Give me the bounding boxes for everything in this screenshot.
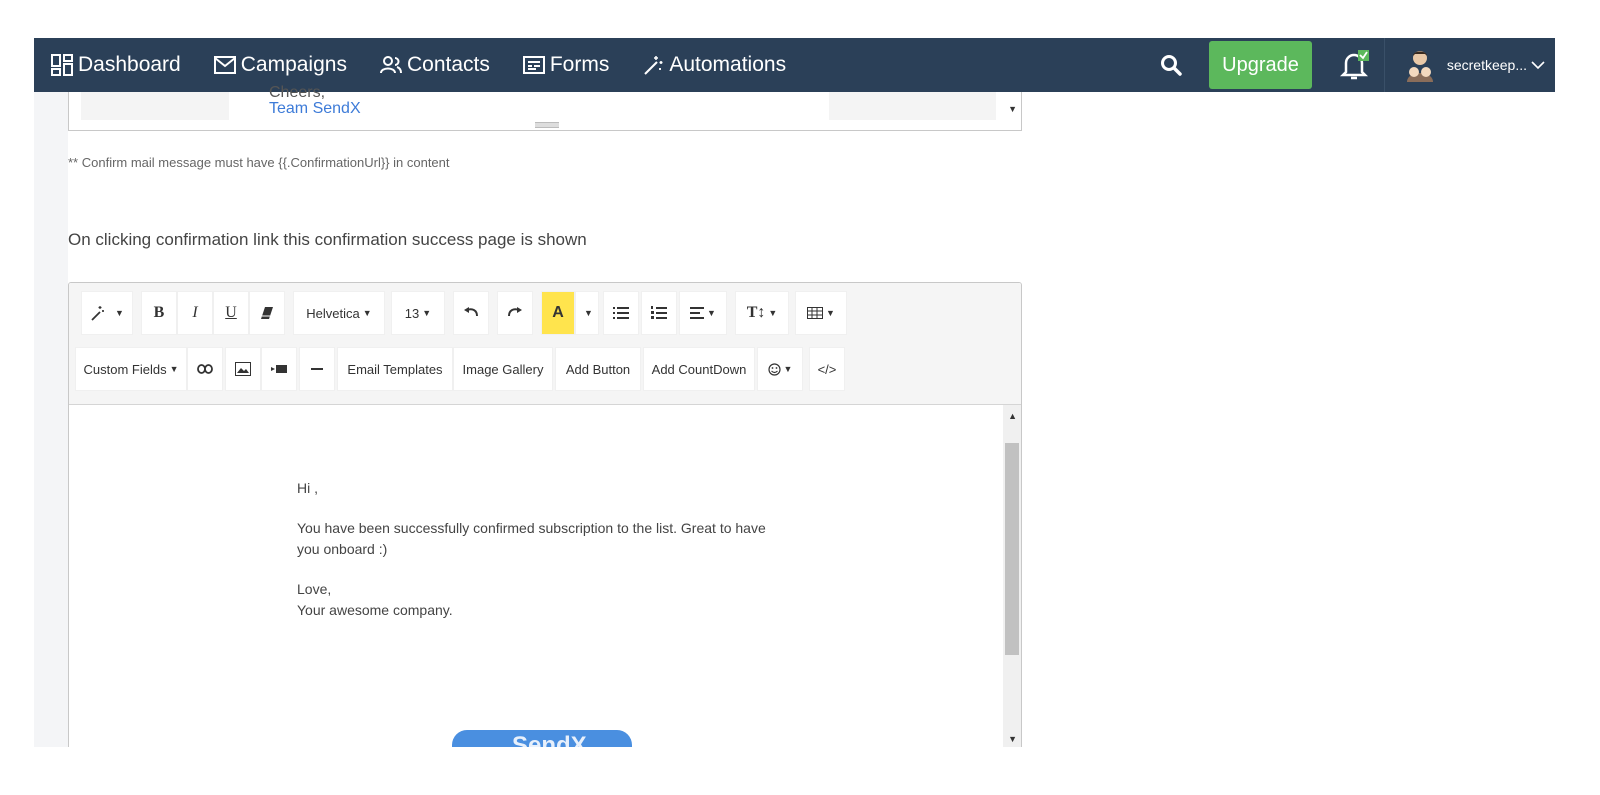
font-size-select[interactable]: 13 ▼ bbox=[391, 291, 445, 335]
bullet-list-button[interactable] bbox=[603, 291, 639, 335]
bottom-blank bbox=[0, 747, 1600, 795]
style-magic-button[interactable]: ▼ bbox=[81, 291, 133, 335]
dashboard-icon bbox=[50, 53, 74, 77]
bullet-list-icon bbox=[613, 307, 629, 319]
notifications-button[interactable] bbox=[1324, 38, 1384, 92]
video-icon bbox=[271, 365, 287, 373]
username: secretkeep... bbox=[1446, 57, 1527, 73]
signature-link[interactable]: Team SendX bbox=[269, 100, 361, 118]
upgrade-button[interactable]: Upgrade bbox=[1209, 41, 1312, 89]
table-icon bbox=[807, 307, 824, 319]
highlight-color-button[interactable]: A bbox=[541, 291, 575, 335]
scroll-up-arrow[interactable]: ▲ bbox=[1008, 411, 1017, 421]
search-icon bbox=[1161, 55, 1182, 76]
message-line-2: you onboard :) bbox=[297, 541, 388, 557]
custom-fields-label: Custom Fields bbox=[83, 361, 167, 377]
redo-icon bbox=[508, 307, 522, 317]
insert-link-button[interactable] bbox=[187, 347, 223, 391]
scroll-down-arrow[interactable]: ▼ bbox=[1008, 104, 1017, 114]
code-view-button[interactable]: </> bbox=[809, 347, 845, 391]
table-button[interactable]: ▼ bbox=[795, 291, 847, 335]
envelope-icon bbox=[213, 53, 237, 77]
forms-icon bbox=[522, 53, 546, 77]
line-height-button[interactable]: T↕ ▼ bbox=[735, 291, 789, 335]
email-templates-button[interactable]: Email Templates bbox=[337, 347, 453, 391]
editor-toolbar: ▼ B I U Helvetica ▼ 13 ▼ A ▼ ▼ T↕ ▼ ▼ Cu… bbox=[69, 283, 1021, 405]
scroll-down-arrow[interactable]: ▼ bbox=[1008, 734, 1017, 744]
add-button-button[interactable]: Add Button bbox=[555, 347, 641, 391]
success-page-label: On clicking confirmation link this confi… bbox=[68, 230, 587, 249]
message-signoff: Your awesome company. bbox=[297, 602, 453, 618]
clear-format-button[interactable] bbox=[249, 291, 285, 335]
font-family-select[interactable]: Helvetica ▼ bbox=[293, 291, 385, 335]
nav-forms-label: Forms bbox=[549, 53, 610, 76]
message-greeting: Hi , bbox=[297, 480, 318, 496]
left-gutter bbox=[34, 92, 68, 747]
add-countdown-button[interactable]: Add CountDown bbox=[643, 347, 755, 391]
underline-button[interactable]: U bbox=[213, 291, 249, 335]
emoji-dropdown-button[interactable]: ▼ bbox=[757, 347, 803, 391]
nav-campaigns-label: Campaigns bbox=[240, 53, 347, 76]
undo-icon bbox=[464, 307, 478, 317]
bell-icon bbox=[1339, 50, 1369, 80]
insert-video-button[interactable] bbox=[261, 347, 297, 391]
confirm-url-note: ** Confirm mail message must have {{.Con… bbox=[68, 155, 450, 170]
image-gallery-button[interactable]: Image Gallery bbox=[453, 347, 553, 391]
custom-fields-dropdown[interactable]: Custom Fields ▼ bbox=[75, 347, 187, 391]
nav-dashboard-label: Dashboard bbox=[78, 53, 181, 76]
image-icon bbox=[235, 362, 251, 376]
color-dropdown-button[interactable]: ▼ bbox=[575, 291, 599, 335]
nav-automations-label: Automations bbox=[669, 53, 787, 76]
top-navigation: Dashboard Campaigns Contacts Forms Autom… bbox=[34, 38, 1555, 92]
bold-button[interactable]: B bbox=[141, 291, 177, 335]
align-left-icon bbox=[690, 307, 705, 319]
message-line-1: You have been successfully confirmed sub… bbox=[297, 520, 766, 536]
text-height-icon: T↕ bbox=[746, 304, 766, 321]
message-closing: Love, bbox=[297, 581, 332, 597]
magic-wand-icon bbox=[641, 53, 665, 77]
align-dropdown-button[interactable]: ▼ bbox=[679, 291, 727, 335]
nav-forms[interactable]: Forms bbox=[506, 38, 626, 92]
avatar bbox=[1406, 51, 1433, 82]
search-button[interactable] bbox=[1147, 38, 1195, 92]
font-size-value: 13 bbox=[404, 305, 420, 321]
link-icon bbox=[197, 364, 213, 374]
chevron-down-icon bbox=[1531, 61, 1545, 70]
magic-wand-icon bbox=[91, 306, 105, 321]
nav-contacts[interactable]: Contacts bbox=[363, 38, 506, 92]
user-menu[interactable]: secretkeep... bbox=[1383, 38, 1555, 92]
font-family-value: Helvetica bbox=[306, 305, 360, 321]
undo-button[interactable] bbox=[453, 291, 489, 335]
redo-button[interactable] bbox=[497, 291, 533, 335]
horizontal-rule-icon bbox=[311, 368, 323, 370]
eraser-icon bbox=[261, 307, 273, 319]
contacts-icon bbox=[379, 53, 403, 77]
confirmation-mail-editor[interactable]: Cheers, Team SendX ▼ bbox=[68, 84, 1022, 131]
numbered-list-icon bbox=[651, 306, 667, 319]
resize-handle[interactable] bbox=[535, 122, 559, 128]
insert-image-button[interactable] bbox=[225, 347, 261, 391]
italic-button[interactable]: I bbox=[177, 291, 213, 335]
nav-dashboard[interactable]: Dashboard bbox=[34, 38, 197, 92]
smiley-icon bbox=[767, 362, 781, 376]
editor-content-area[interactable] bbox=[69, 405, 1021, 751]
success-page-editor: ▼ B I U Helvetica ▼ 13 ▼ A ▼ ▼ T↕ ▼ ▼ Cu… bbox=[68, 282, 1022, 752]
nav-automations[interactable]: Automations bbox=[625, 38, 802, 92]
numbered-list-button[interactable] bbox=[641, 291, 677, 335]
horizontal-rule-button[interactable] bbox=[299, 347, 335, 391]
right-area bbox=[1028, 92, 1555, 747]
nav-contacts-label: Contacts bbox=[406, 53, 490, 76]
editor-scrollbar-thumb[interactable] bbox=[1005, 443, 1019, 655]
